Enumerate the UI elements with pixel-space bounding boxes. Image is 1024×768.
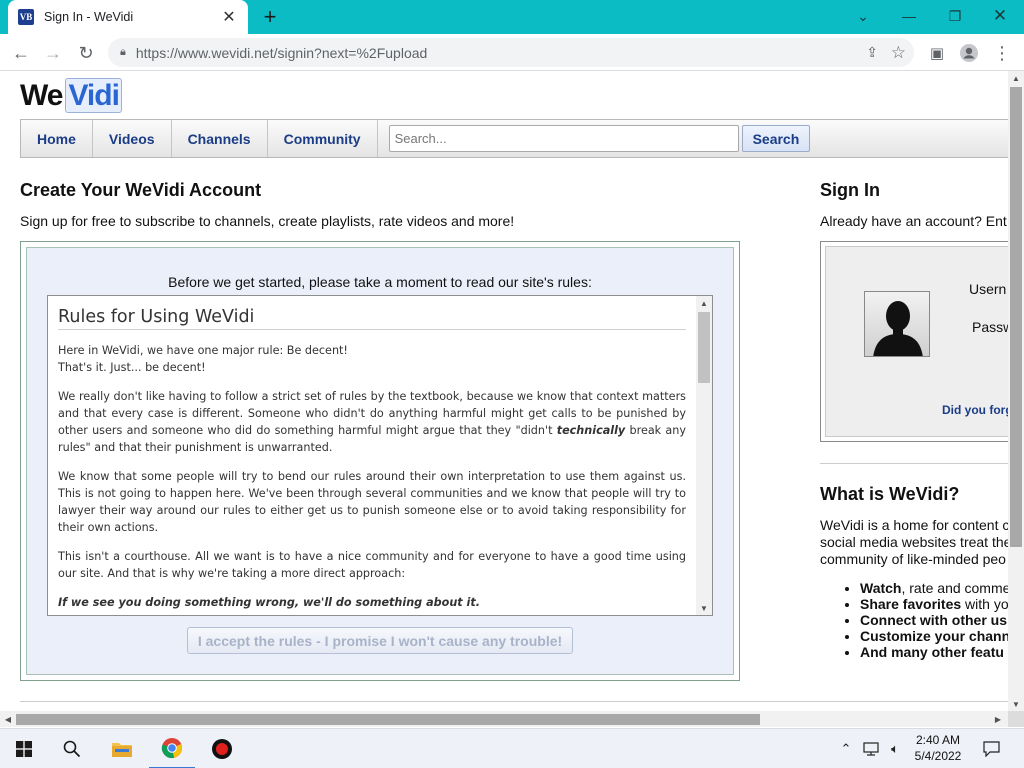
signin-panel: Usern Passw Did you forg: [820, 241, 1008, 442]
site-favicon-icon: VB: [18, 9, 34, 25]
browser-tab-strip: VB Sign In - WeVidi ✕ + ⌄ — ❐ ✕: [0, 0, 1024, 34]
rules-content: Rules for Using WeVidi Here in WeVidi, w…: [58, 296, 686, 615]
system-clock[interactable]: 2:40 AM 5/4/2022: [908, 732, 968, 764]
page-viewport: We Vidi Home Videos Channels Community Se…: [0, 71, 1008, 711]
nav-channels[interactable]: Channels: [172, 120, 268, 157]
signin-heading: Sign In: [820, 180, 880, 200]
browser-menu-icon[interactable]: ⋮: [989, 40, 1015, 66]
create-account-subtitle: Sign up for free to subscribe to channel…: [20, 213, 515, 229]
search-icon[interactable]: [52, 729, 92, 768]
rules-paragraph-4: This isn't a courthouse. All we want is …: [58, 550, 686, 580]
notification-icon[interactable]: [978, 729, 1004, 768]
chrome-taskbar-icon[interactable]: [149, 729, 195, 768]
tab-close-icon[interactable]: ✕: [220, 7, 238, 27]
rules-scrollbox[interactable]: Rules for Using WeVidi Here in WeVidi, w…: [47, 295, 713, 616]
rules-paragraph-5: If we see you doing something wrong, we'…: [58, 596, 480, 609]
profile-avatar-icon[interactable]: [956, 40, 982, 66]
signin-subtitle: Already have an account? Ent: [820, 213, 1007, 229]
rules-paragraph-1: Here in WeVidi, we have one major rule: …: [58, 344, 348, 374]
page-vertical-thumb[interactable]: [1010, 87, 1022, 547]
tray-chevron-up-icon[interactable]: ⌃: [836, 729, 856, 768]
nav-videos[interactable]: Videos: [93, 120, 172, 157]
rules-paragraph-3: We know that some people will try to ben…: [58, 470, 686, 534]
feature-list: Watch, rate and comme Share favorites wi…: [860, 580, 1008, 660]
forgot-password-link[interactable]: Did you forg: [942, 403, 1008, 417]
minimize-button[interactable]: —: [889, 4, 929, 28]
back-arrow-icon[interactable]: ←: [8, 40, 34, 66]
page-horizontal-thumb[interactable]: [16, 714, 760, 725]
network-icon[interactable]: [860, 729, 882, 768]
list-item: Watch, rate and comme: [860, 580, 1008, 596]
reload-icon[interactable]: ↻: [73, 40, 99, 66]
clock-time: 2:40 AM: [915, 733, 961, 747]
page-divider: [20, 701, 1008, 702]
list-item: Connect with other us: [860, 612, 1008, 628]
rules-scroll-thumb[interactable]: [698, 312, 710, 383]
list-item: Share favorites with yo: [860, 596, 1008, 612]
list-item: Customize your chann: [860, 628, 1008, 644]
forward-arrow-icon[interactable]: →: [40, 40, 66, 66]
address-url[interactable]: https://www.wevidi.net/signin?next=%2Fup…: [136, 45, 427, 61]
what-is-wevidi-text: WeVidi is a home for content c social me…: [820, 517, 1008, 567]
tab-search-chevron-icon[interactable]: ⌄: [843, 4, 883, 28]
scroll-left-arrow-icon[interactable]: ◀: [1, 711, 15, 727]
windows-start-icon[interactable]: [4, 729, 44, 768]
rules-scrollbar[interactable]: ▲ ▼: [696, 296, 712, 615]
signin-panel-inner: Usern Passw Did you forg: [825, 246, 1008, 437]
address-bar[interactable]: 🔒︎ https://www.wevidi.net/signin?next=%2…: [108, 38, 914, 67]
browser-toolbar: ← → ↻ 🔒︎ https://www.wevidi.net/signin?n…: [0, 34, 1024, 71]
rules-panel-inner: Before we get started, please take a mom…: [26, 247, 734, 675]
scroll-down-arrow-icon[interactable]: ▼: [1008, 697, 1024, 711]
rules-paragraph-2: We really don't like having to follow a …: [58, 390, 686, 454]
list-item: And many other featu: [860, 644, 1008, 660]
default-avatar-icon: [864, 291, 930, 357]
rules-title: Rules for Using WeVidi: [58, 296, 686, 330]
window-close-button[interactable]: ✕: [980, 4, 1020, 28]
volume-icon[interactable]: 🔈︎: [884, 729, 906, 768]
what-is-wevidi-heading: What is WeVidi?: [820, 484, 960, 504]
search-input[interactable]: [388, 125, 739, 152]
search-button[interactable]: Search: [741, 125, 811, 152]
scroll-up-arrow-icon[interactable]: ▲: [1008, 71, 1024, 85]
rules-intro: Before we get started, please take a mom…: [168, 274, 592, 290]
scroll-down-arrow-icon[interactable]: ▼: [696, 601, 712, 615]
site-navbar: Home Videos Channels Community Search: [20, 119, 1008, 158]
page-vertical-scrollbar[interactable]: ▲ ▼: [1008, 71, 1024, 711]
side-panel-icon[interactable]: ▣: [924, 40, 950, 66]
scroll-right-arrow-icon[interactable]: ▶: [991, 711, 1005, 727]
scroll-up-arrow-icon[interactable]: ▲: [696, 296, 712, 310]
wevidi-logo[interactable]: We Vidi: [20, 78, 122, 113]
restore-button[interactable]: ❐: [935, 4, 975, 28]
username-label: Usern: [969, 281, 1007, 297]
new-tab-button[interactable]: +: [258, 4, 282, 29]
share-icon[interactable]: ⇪: [866, 44, 878, 61]
create-account-heading: Create Your WeVidi Account: [20, 180, 262, 200]
scrollbar-corner: [1008, 711, 1024, 727]
recorder-icon[interactable]: [200, 729, 244, 768]
tab-title: Sign In - WeVidi: [44, 10, 134, 24]
sidebar-divider: [820, 463, 1008, 464]
file-explorer-icon[interactable]: [100, 729, 144, 768]
nav-community[interactable]: Community: [268, 120, 378, 157]
browser-tab[interactable]: VB Sign In - WeVidi ✕: [8, 0, 248, 34]
windows-taskbar: ⌃ 🔈︎ 2:40 AM 5/4/2022: [0, 728, 1024, 768]
clock-date: 5/4/2022: [914, 749, 962, 763]
rules-panel: Before we get started, please take a mom…: [20, 241, 740, 681]
page-horizontal-scrollbar[interactable]: ◀ ▶: [0, 711, 1008, 727]
password-label: Passw: [972, 319, 1008, 335]
bookmark-star-icon[interactable]: ☆: [891, 43, 906, 63]
nav-home[interactable]: Home: [21, 120, 93, 157]
lock-icon: 🔒︎: [120, 46, 126, 58]
accept-rules-button[interactable]: I accept the rules - I promise I won't c…: [187, 627, 573, 654]
